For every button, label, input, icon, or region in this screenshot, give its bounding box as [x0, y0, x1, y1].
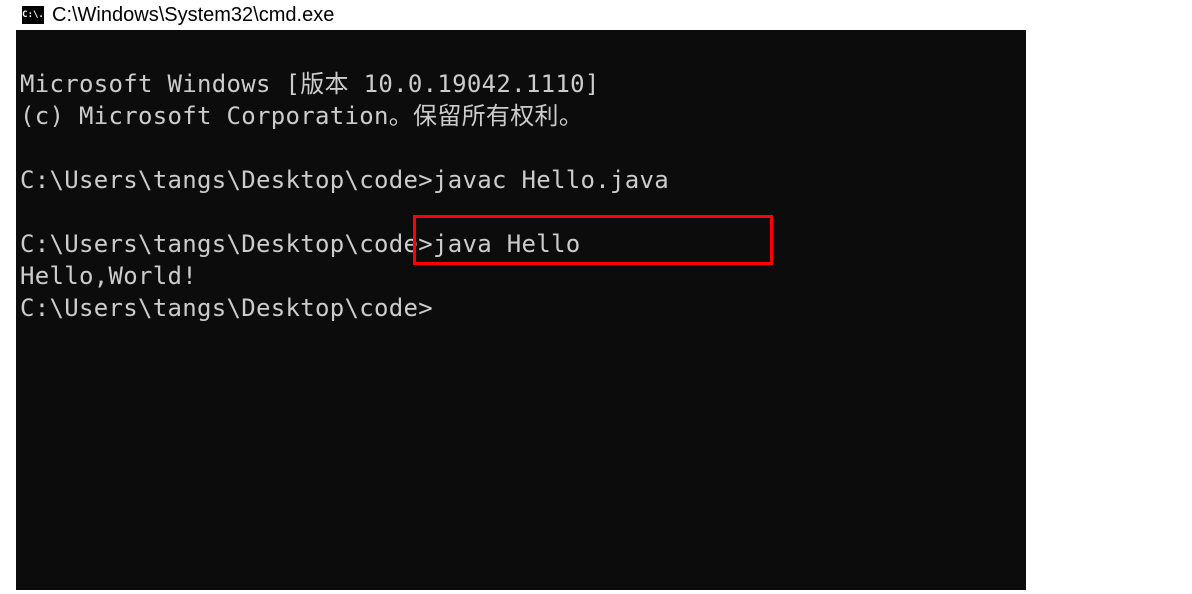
command-line-3: C:\Users\tangs\Desktop\code>: [20, 294, 445, 322]
prompt-3: C:\Users\tangs\Desktop\code>: [20, 294, 433, 322]
prompt-1: C:\Users\tangs\Desktop\code>: [20, 166, 433, 194]
command-line-1: C:\Users\tangs\Desktop\code>javac Hello.…: [20, 166, 669, 194]
cmd-window: C:\. C:\Windows\System32\cmd.exe Microso…: [16, 0, 1026, 590]
prompt-2: C:\Users\tangs\Desktop\code>: [20, 230, 433, 258]
terminal-body[interactable]: Microsoft Windows [版本 10.0.19042.1110] (…: [16, 30, 1026, 590]
cmd-1: javac Hello.java: [433, 166, 669, 194]
banner-line-1: Microsoft Windows [版本 10.0.19042.1110]: [20, 70, 600, 98]
cmd-2: java Hello: [433, 230, 581, 258]
output-line-1: Hello,World!: [20, 262, 197, 290]
titlebar[interactable]: C:\. C:\Windows\System32\cmd.exe: [16, 0, 1026, 30]
banner-line-2: (c) Microsoft Corporation。保留所有权利。: [20, 102, 583, 130]
window-title: C:\Windows\System32\cmd.exe: [52, 4, 334, 27]
cmd-icon: C:\.: [22, 6, 44, 24]
cursor: [433, 296, 445, 322]
command-line-2: C:\Users\tangs\Desktop\code>java Hello: [20, 230, 580, 258]
